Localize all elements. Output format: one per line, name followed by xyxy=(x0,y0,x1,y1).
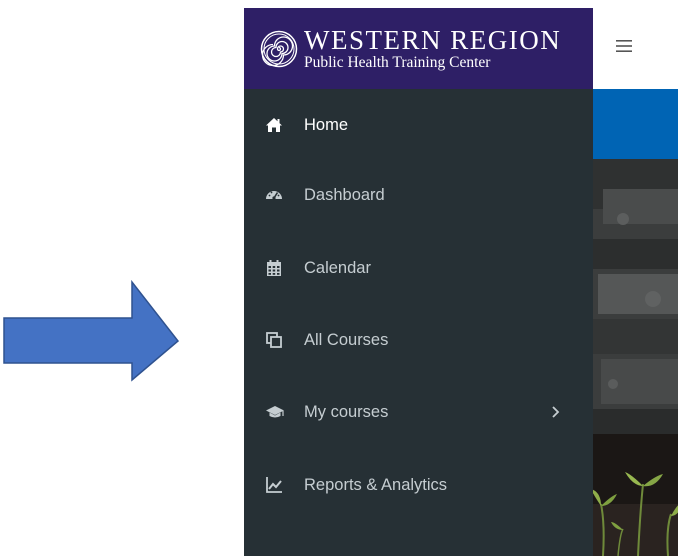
accent-banner xyxy=(593,89,678,159)
spiral-logo-icon xyxy=(260,30,298,67)
screenshot-stage: WESTERN REGION Public Health Training Ce… xyxy=(0,0,678,556)
brand-title-line2: Public Health Training Center xyxy=(304,53,491,71)
sidebar-item-all-courses[interactable]: All Courses xyxy=(244,320,593,360)
hero-image-stone xyxy=(593,159,678,434)
chevron-right-icon xyxy=(552,406,560,418)
sidebar-item-dashboard[interactable]: Dashboard xyxy=(244,175,593,215)
home-icon xyxy=(266,118,282,132)
brand-title: WESTERN REGION Public Health Training Ce… xyxy=(304,24,562,71)
hero-image-seedlings xyxy=(593,434,678,556)
sidebar-item-label: Dashboard xyxy=(304,185,385,204)
sidebar-item-reports-analytics[interactable]: Reports & Analytics xyxy=(244,465,593,505)
sidebar-item-calendar[interactable]: Calendar xyxy=(244,248,593,288)
copy-pages-icon xyxy=(266,332,282,348)
sidebar-item-home[interactable]: Home xyxy=(244,105,593,145)
sidebar-nav: WESTERN REGION Public Health Training Ce… xyxy=(244,8,593,556)
brand-header[interactable]: WESTERN REGION Public Health Training Ce… xyxy=(244,8,593,89)
sidebar-item-label: Calendar xyxy=(304,258,371,277)
sidebar-item-label: My courses xyxy=(304,402,389,421)
dashboard-gauge-icon xyxy=(266,191,282,200)
annotation-arrow xyxy=(3,279,180,382)
graduation-cap-icon xyxy=(266,406,284,418)
main-content-area xyxy=(593,8,678,556)
line-chart-icon xyxy=(266,477,282,493)
sidebar-item-label: All Courses xyxy=(304,330,389,349)
brand-title-line1: WESTERN REGION xyxy=(304,24,562,55)
sidebar-item-my-courses[interactable]: My courses xyxy=(244,392,593,432)
calendar-icon xyxy=(267,260,281,276)
hamburger-icon[interactable] xyxy=(614,38,634,54)
sidebar-item-label: Home xyxy=(304,115,349,134)
sidebar-item-label: Reports & Analytics xyxy=(304,475,448,494)
